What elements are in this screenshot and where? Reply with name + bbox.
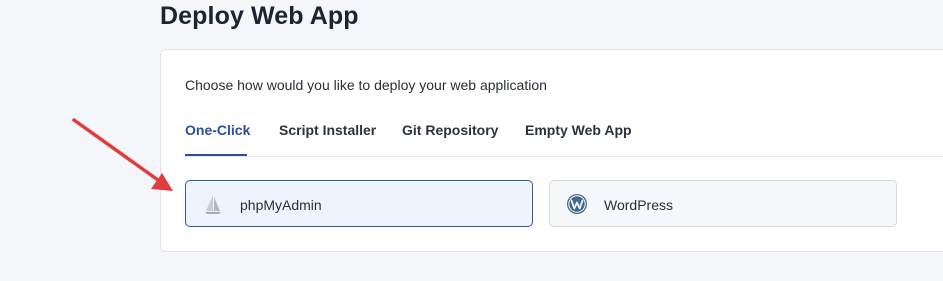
app-label-phpmyadmin: phpMyAdmin (240, 197, 322, 213)
phpmyadmin-sail-icon (205, 195, 221, 214)
tab-empty-web-app[interactable]: Empty Web App (525, 122, 632, 138)
card-description: Choose how would you like to deploy your… (185, 77, 547, 93)
deploy-options-card: Choose how would you like to deploy your… (160, 49, 943, 252)
tab-git-repository[interactable]: Git Repository (402, 122, 498, 138)
app-option-phpmyadmin[interactable]: phpMyAdmin (185, 180, 533, 227)
tab-one-click[interactable]: One-Click (185, 122, 250, 138)
tab-script-installer[interactable]: Script Installer (279, 122, 376, 138)
page-title: Deploy Web App (160, 2, 359, 30)
active-tab-indicator (185, 154, 247, 156)
app-label-wordpress: WordPress (604, 197, 673, 213)
deploy-method-tabs: One-Click Script Installer Git Repositor… (185, 116, 943, 157)
wordpress-icon (567, 194, 587, 214)
app-option-wordpress[interactable]: WordPress (549, 180, 897, 227)
